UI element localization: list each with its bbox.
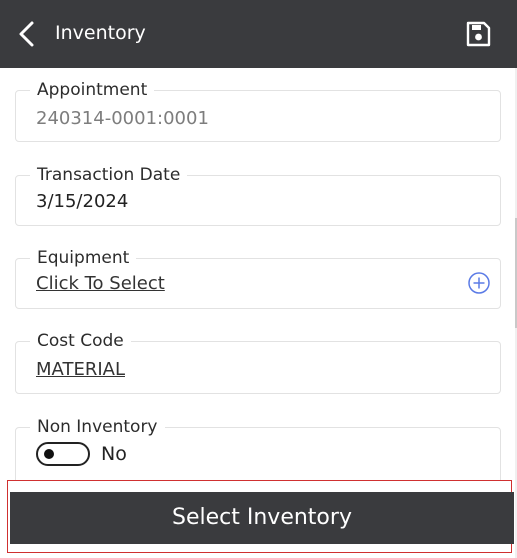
- transaction-date-field[interactable]: Transaction Date 3/15/2024: [15, 163, 501, 226]
- non-inventory-toggle[interactable]: [36, 442, 90, 466]
- cost-code-value[interactable]: MATERIAL: [36, 359, 125, 381]
- toggle-knob: [44, 449, 54, 459]
- save-button[interactable]: [465, 20, 491, 48]
- appointment-value: 240314-0001:0001: [36, 108, 209, 129]
- appointment-field[interactable]: Appointment 240314-0001:0001: [15, 78, 501, 142]
- appointment-label: Appointment: [30, 78, 155, 102]
- equipment-field[interactable]: Equipment Click To Select: [15, 246, 501, 309]
- cost-code-field[interactable]: Cost Code MATERIAL: [15, 329, 501, 394]
- select-inventory-button[interactable]: Select Inventory: [10, 492, 514, 544]
- app-header: Inventory: [0, 0, 517, 68]
- equipment-label: Equipment: [30, 246, 137, 270]
- cost-code-label: Cost Code: [30, 329, 131, 353]
- equipment-select-link[interactable]: Click To Select: [36, 273, 165, 295]
- non-inventory-label: Non Inventory: [30, 415, 165, 439]
- add-circle-icon: [468, 272, 490, 294]
- transaction-date-label: Transaction Date: [30, 163, 188, 187]
- non-inventory-state: No: [101, 443, 127, 465]
- transaction-date-value: 3/15/2024: [36, 191, 129, 212]
- page-title: Inventory: [55, 22, 146, 44]
- back-arrow-icon: [19, 21, 34, 47]
- back-button[interactable]: [14, 20, 40, 48]
- save-icon: [466, 21, 491, 47]
- add-equipment-button[interactable]: [467, 271, 491, 295]
